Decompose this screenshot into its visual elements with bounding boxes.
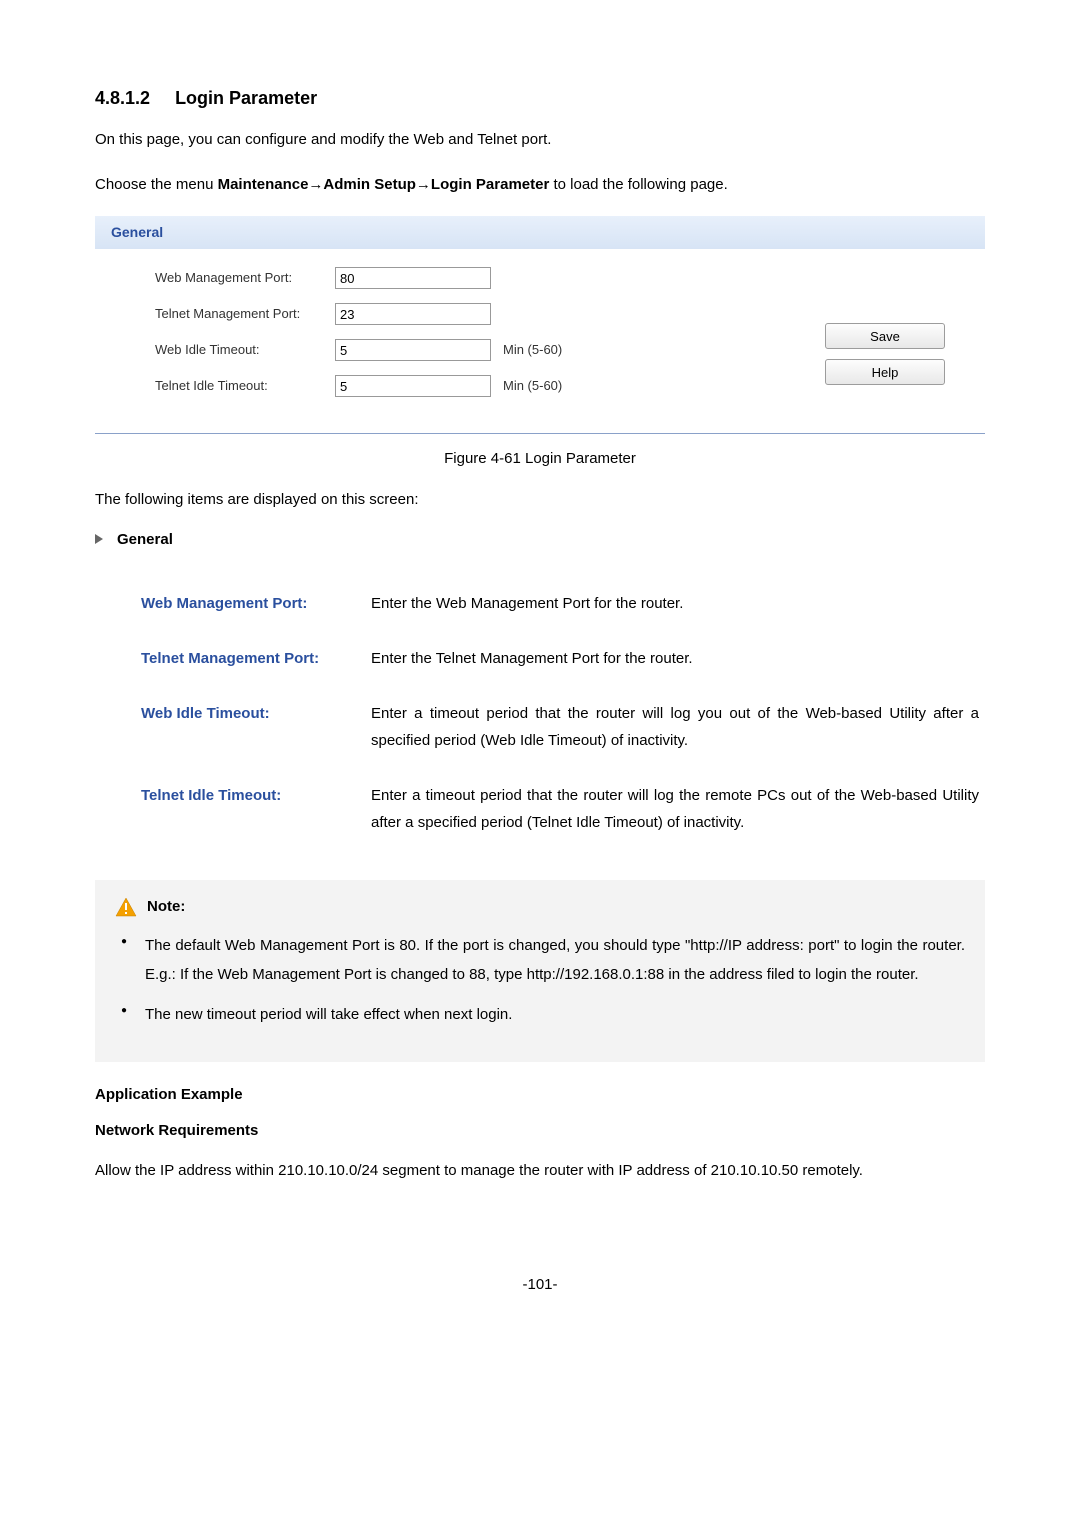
application-example-heading: Application Example [95, 1084, 985, 1107]
telnet-management-port-row: Telnet Management Port: [155, 303, 825, 325]
def-label-telnet-idle: Telnet Idle Timeout: [135, 768, 365, 850]
def-row-telnet-idle: Telnet Idle Timeout: Enter a timeout per… [135, 768, 985, 850]
web-idle-timeout-input[interactable] [335, 339, 491, 361]
intro2-pre: Choose the menu [95, 176, 218, 193]
note-list: The default Web Management Port is 80. I… [115, 932, 965, 1030]
def-desc-telnet-port: Enter the Telnet Management Port for the… [365, 631, 985, 686]
def-desc-web-idle: Enter a timeout period that the router w… [365, 686, 985, 768]
web-management-port-label: Web Management Port: [155, 268, 335, 288]
network-requirements-heading: Network Requirements [95, 1120, 985, 1143]
def-row-web-idle: Web Idle Timeout: Enter a timeout period… [135, 686, 985, 768]
telnet-idle-timeout-row: Telnet Idle Timeout: Min (5-60) [155, 375, 825, 397]
def-row-telnet-port: Telnet Management Port: Enter the Telnet… [135, 631, 985, 686]
panel-body: Web Management Port: Telnet Management P… [95, 249, 985, 433]
general-panel: General Web Management Port: Telnet Mana… [95, 216, 985, 434]
panel-heading: General [95, 216, 985, 249]
figure-caption: Figure 4-61 Login Parameter [95, 448, 985, 471]
panel-button-column: Save Help [825, 267, 945, 411]
def-label-telnet-port: Telnet Management Port: [135, 631, 365, 686]
web-management-port-input[interactable] [335, 267, 491, 289]
note-heading-row: Note: [115, 896, 965, 919]
def-label-web-port: Web Management Port: [135, 576, 365, 631]
web-idle-timeout-label: Web Idle Timeout: [155, 340, 335, 360]
section-heading: 4.8.1.2 Login Parameter [95, 85, 985, 112]
telnet-idle-timeout-input[interactable] [335, 375, 491, 397]
intro2-post: to load the following page. [549, 176, 727, 193]
def-label-web-idle: Web Idle Timeout: [135, 686, 365, 768]
def-desc-telnet-idle: Enter a timeout period that the router w… [365, 768, 985, 850]
note-item-2: The new timeout period will take effect … [115, 1001, 965, 1030]
telnet-idle-timeout-hint: Min (5-60) [503, 376, 562, 396]
section-title: Login Parameter [175, 88, 317, 108]
save-button[interactable]: Save [825, 323, 945, 349]
displayed-items-line: The following items are displayed on thi… [95, 489, 985, 512]
note-item-1: The default Web Management Port is 80. I… [115, 932, 965, 989]
page-number: -101- [95, 1274, 985, 1297]
note-box: Note: The default Web Management Port is… [95, 880, 985, 1062]
web-idle-timeout-hint: Min (5-60) [503, 340, 562, 360]
general-bullet: General [95, 529, 985, 552]
triangle-bullet-icon [95, 534, 103, 544]
warning-icon [115, 897, 137, 917]
telnet-idle-timeout-label: Telnet Idle Timeout: [155, 376, 335, 396]
requirements-paragraph: Allow the IP address within 210.10.10.0/… [95, 1157, 985, 1184]
note-heading-text: Note: [147, 896, 185, 919]
web-idle-timeout-row: Web Idle Timeout: Min (5-60) [155, 339, 825, 361]
general-subheading: General [117, 529, 173, 552]
telnet-management-port-input[interactable] [335, 303, 491, 325]
help-button[interactable]: Help [825, 359, 945, 385]
panel-form-column: Web Management Port: Telnet Management P… [155, 267, 825, 411]
section-number: 4.8.1.2 [95, 85, 150, 112]
web-management-port-row: Web Management Port: [155, 267, 825, 289]
def-row-web-port: Web Management Port: Enter the Web Manag… [135, 576, 985, 631]
def-desc-web-port: Enter the Web Management Port for the ro… [365, 576, 985, 631]
intro-paragraph-1: On this page, you can configure and modi… [95, 126, 985, 153]
menu-path: Maintenance→Admin Setup→Login Parameter [218, 176, 550, 193]
telnet-management-port-label: Telnet Management Port: [155, 304, 335, 324]
intro-paragraph-2: Choose the menu Maintenance→Admin Setup→… [95, 171, 985, 198]
definitions-table: Web Management Port: Enter the Web Manag… [135, 576, 985, 850]
